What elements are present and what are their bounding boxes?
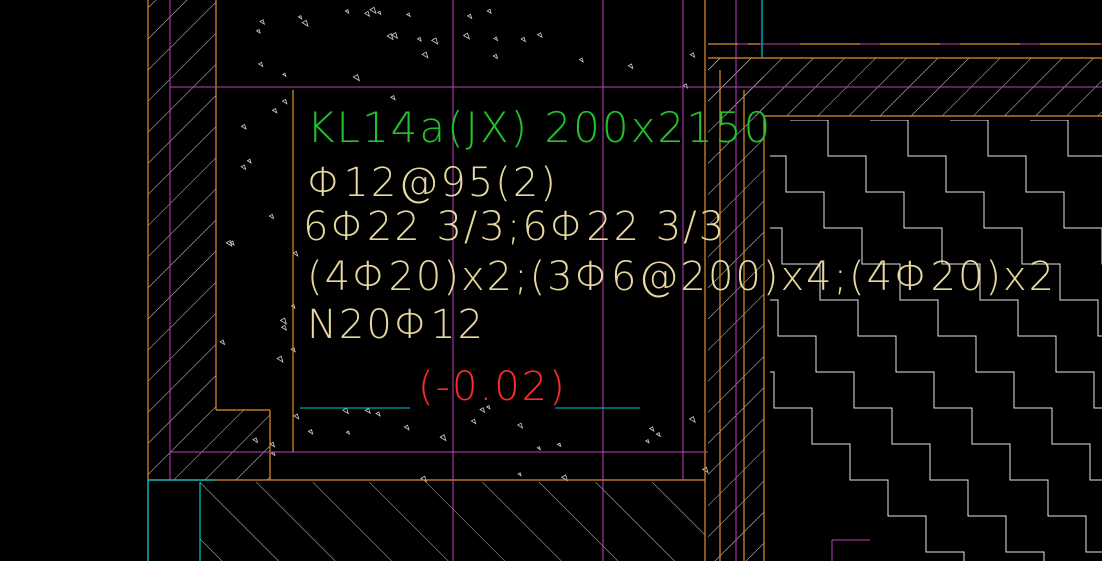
haunch-bars-label: (4Φ20)x2;(3Φ6@200)x4;(4Φ20)x2 bbox=[307, 254, 1056, 300]
main-bars-label: 6Φ22 3/3;6Φ22 3/3 bbox=[303, 204, 726, 250]
cad-drawing-canvas[interactable]: KL14a(JX) 200x2150 Φ12@95(2) 6Φ22 3/3;6Φ… bbox=[0, 0, 1102, 561]
elevation-label: (-0.02) bbox=[418, 364, 567, 410]
stirrup-label: Φ12@95(2) bbox=[307, 160, 558, 206]
beam-name-label: KL14a(JX) 200x2150 bbox=[307, 103, 772, 152]
side-bars-label: N20Φ12 bbox=[307, 302, 485, 348]
